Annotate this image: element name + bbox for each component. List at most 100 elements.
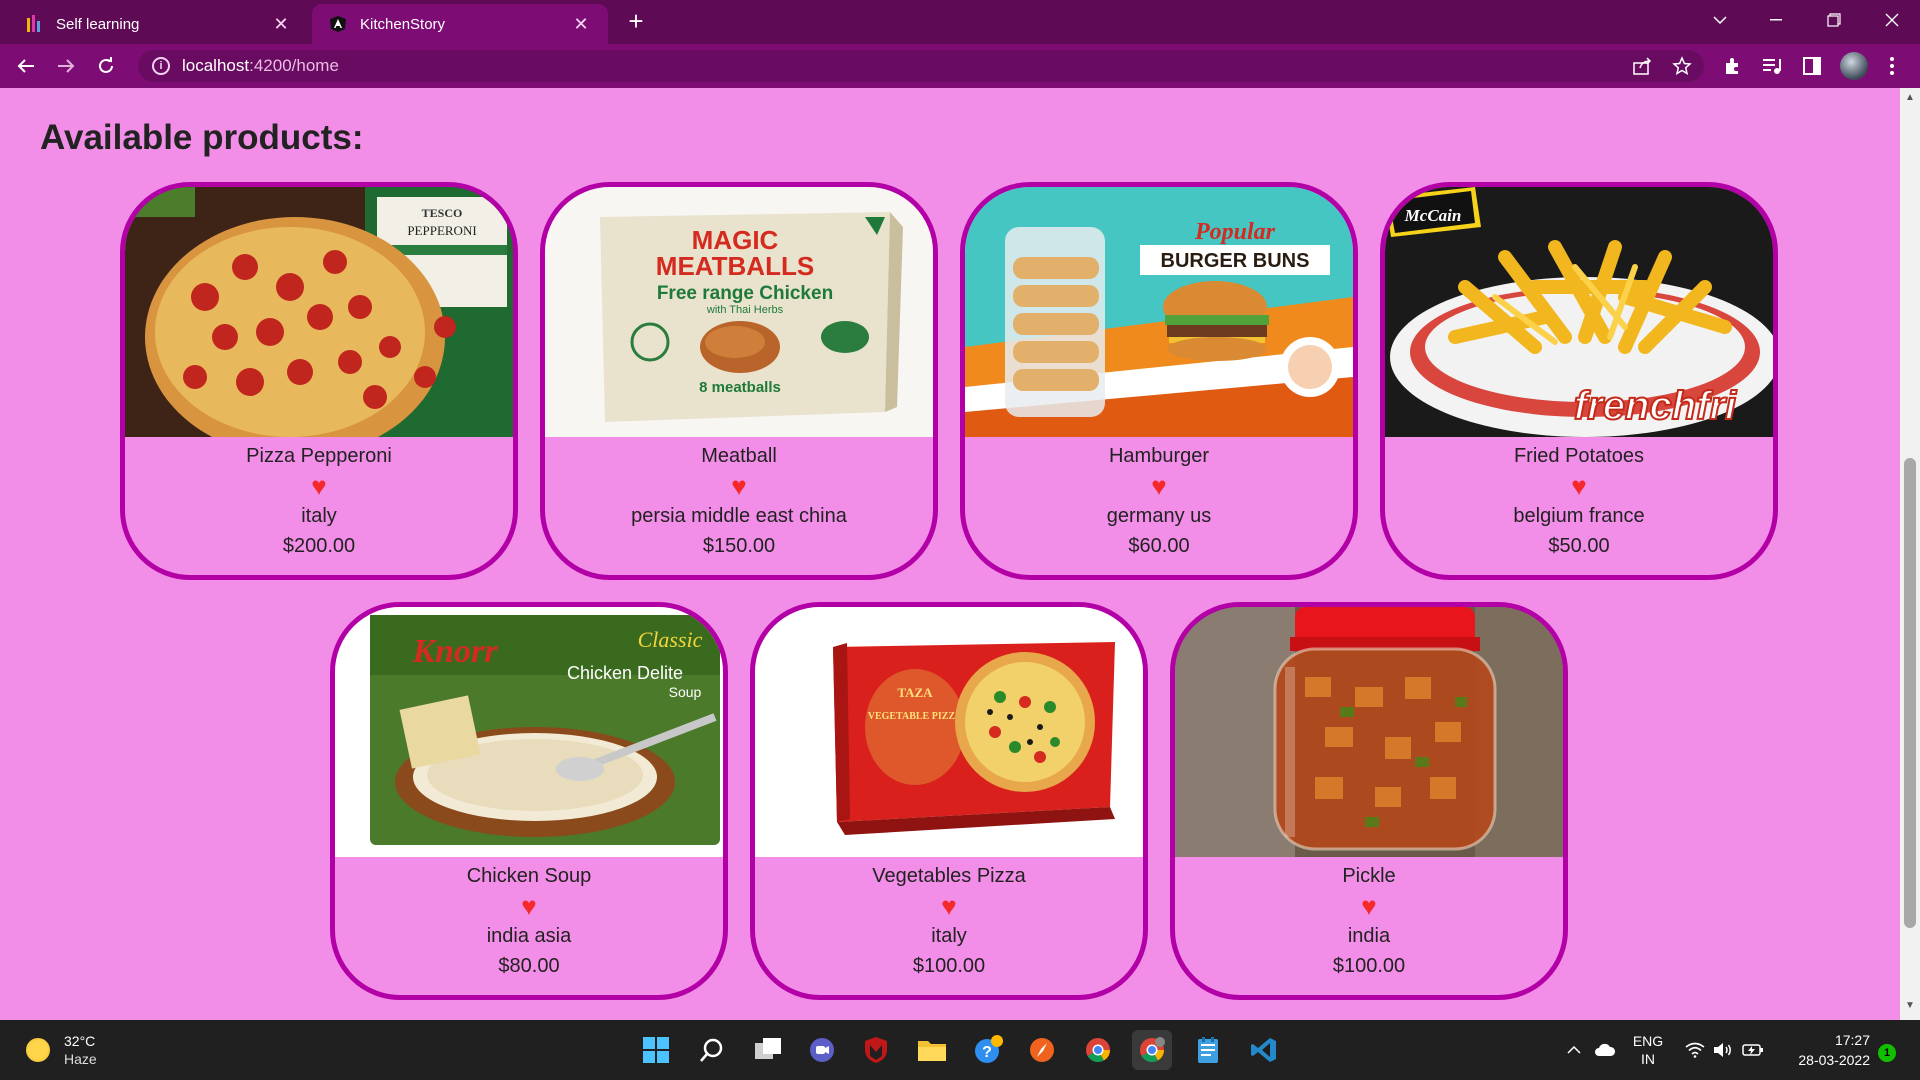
page-content: Available products: TESCO PEPPERONI Pizz… bbox=[0, 88, 1900, 1020]
vscode-icon[interactable] bbox=[1244, 1030, 1284, 1070]
scroll-down-arrow-icon[interactable]: ▼ bbox=[1905, 1000, 1915, 1011]
fries-label-text: frenchfri bbox=[1574, 384, 1737, 428]
notification-badge[interactable]: 1 bbox=[1878, 1044, 1896, 1062]
heart-icon[interactable]: ♥ bbox=[1175, 893, 1563, 919]
address-bar[interactable]: i localhost:4200/home bbox=[138, 50, 1704, 82]
vpizza-label-text: VEGETABLE PIZZA bbox=[868, 711, 963, 722]
product-price: $60.00 bbox=[1128, 535, 1190, 557]
menu-dots-icon[interactable] bbox=[1880, 54, 1904, 78]
product-origin: india bbox=[1347, 925, 1391, 947]
tab-self-learning[interactable]: Self learning ✕ bbox=[8, 4, 308, 44]
wifi-icon[interactable] bbox=[1682, 1020, 1708, 1080]
extensions-icon[interactable] bbox=[1720, 54, 1744, 78]
weather-widget[interactable]: 32°C Haze bbox=[26, 1032, 97, 1068]
share-icon[interactable] bbox=[1630, 54, 1654, 78]
minimize-icon[interactable] bbox=[1754, 0, 1798, 40]
product-card[interactable]: TESCO PEPPERONI Pizza Pepperoni ♥ italy … bbox=[120, 182, 518, 580]
file-explorer-icon[interactable] bbox=[912, 1030, 952, 1070]
product-origin: italy bbox=[301, 505, 337, 527]
browser-toolbar: i localhost:4200/home bbox=[0, 44, 1920, 88]
tab-title: Self learning bbox=[56, 15, 140, 33]
back-arrow-icon[interactable] bbox=[10, 50, 42, 82]
profile-avatar[interactable] bbox=[1840, 52, 1868, 80]
onedrive-cloud-icon[interactable] bbox=[1590, 1020, 1620, 1080]
product-card[interactable]: Popular BURGER BUNS Hamburger ♥ germany … bbox=[960, 182, 1358, 580]
info-icon[interactable]: i bbox=[152, 57, 170, 75]
language-indicator[interactable]: ENG IN bbox=[1626, 1020, 1670, 1080]
meatball-sub-text: Free range Chicken bbox=[657, 283, 833, 304]
clock-time: 17:27 bbox=[1834, 1032, 1870, 1048]
search-icon[interactable] bbox=[692, 1030, 732, 1070]
tab-close-icon[interactable]: ✕ bbox=[570, 14, 592, 35]
pepperoni-pizza-image: TESCO PEPPERONI bbox=[125, 187, 513, 437]
vertical-scrollbar[interactable]: ▲ ▼ bbox=[1900, 88, 1920, 1020]
side-panel-icon[interactable] bbox=[1800, 54, 1824, 78]
pickle-jar-image bbox=[1175, 607, 1563, 857]
meatball-sub2-text: with Thai Herbs bbox=[706, 304, 784, 316]
windows-start-icon[interactable] bbox=[636, 1030, 676, 1070]
product-name: Vegetables Pizza bbox=[872, 865, 1026, 887]
pepperoni-label-text: PEPPERONI bbox=[407, 223, 476, 238]
heart-icon[interactable]: ♥ bbox=[965, 473, 1353, 499]
soup-sub-text: Soup bbox=[669, 684, 702, 700]
product-price: $150.00 bbox=[702, 535, 776, 557]
chevron-up-icon[interactable] bbox=[1560, 1020, 1588, 1080]
burger-label-text: BURGER BUNS bbox=[1161, 250, 1310, 272]
tab-close-icon[interactable]: ✕ bbox=[270, 14, 292, 35]
chrome-profile-icon[interactable] bbox=[1132, 1030, 1172, 1070]
svg-text:?: ? bbox=[982, 1044, 992, 1061]
weather-condition: Haze bbox=[64, 1051, 97, 1067]
volume-icon[interactable] bbox=[1710, 1020, 1736, 1080]
teams-chat-icon[interactable] bbox=[802, 1030, 842, 1070]
scroll-up-arrow-icon[interactable]: ▲ bbox=[1905, 92, 1915, 103]
close-window-icon[interactable] bbox=[1870, 0, 1914, 40]
chrome-icon[interactable] bbox=[1078, 1030, 1118, 1070]
product-card[interactable]: MAGIC MEATBALLS Free range Chicken with … bbox=[540, 182, 938, 580]
french-fries-image: McCain frenchfri bbox=[1385, 187, 1773, 437]
product-card[interactable]: McCain frenchfri Fried Potatoes ♥ belgiu… bbox=[1380, 182, 1778, 580]
product-price: $100.00 bbox=[912, 955, 986, 977]
language-line1: ENG bbox=[1632, 1033, 1664, 1049]
new-tab-button[interactable]: + bbox=[622, 8, 650, 36]
heart-icon[interactable]: ♥ bbox=[755, 893, 1143, 919]
product-card[interactable]: Knorr Classic Chicken Delite Soup Chicke… bbox=[330, 602, 728, 1000]
heart-icon[interactable]: ♥ bbox=[545, 473, 933, 499]
battery-icon[interactable] bbox=[1738, 1020, 1768, 1080]
product-price: $50.00 bbox=[1548, 535, 1610, 557]
clock-date: 28-03-2022 bbox=[1798, 1052, 1870, 1068]
star-icon[interactable] bbox=[1670, 54, 1694, 78]
system-clock[interactable]: 17:27 28-03-2022 bbox=[1770, 1030, 1870, 1070]
browser-app-icon[interactable] bbox=[1022, 1030, 1062, 1070]
pepperoni-brand-text: TESCO bbox=[422, 206, 463, 220]
heart-icon[interactable]: ♥ bbox=[125, 473, 513, 499]
tab-search-chevron-icon[interactable] bbox=[1698, 0, 1742, 40]
soup-label-text: Chicken Delite bbox=[567, 663, 683, 683]
product-origin: india asia bbox=[486, 925, 572, 947]
scrollbar-thumb[interactable] bbox=[1904, 458, 1916, 928]
product-price: $200.00 bbox=[282, 535, 356, 557]
sun-haze-icon bbox=[26, 1038, 50, 1062]
help-app-icon[interactable]: ? bbox=[968, 1030, 1008, 1070]
soup-brand-text: Knorr bbox=[411, 633, 498, 670]
reload-icon[interactable] bbox=[90, 50, 122, 82]
bar-chart-favicon-icon bbox=[24, 14, 44, 34]
product-price: $100.00 bbox=[1332, 955, 1406, 977]
mcafee-shield-icon[interactable] bbox=[856, 1030, 896, 1070]
meatball-count-text: 8 meatballs bbox=[699, 379, 781, 396]
forward-arrow-icon[interactable] bbox=[50, 50, 82, 82]
fries-brand-text: McCain bbox=[1404, 206, 1462, 225]
tab-kitchenstory[interactable]: KitchenStory ✕ bbox=[312, 4, 608, 44]
heart-icon[interactable]: ♥ bbox=[1385, 473, 1773, 499]
notepad-icon[interactable] bbox=[1188, 1030, 1228, 1070]
angular-favicon-icon bbox=[328, 14, 348, 34]
weather-temperature: 32°C bbox=[64, 1033, 96, 1049]
media-control-icon[interactable] bbox=[1760, 54, 1784, 78]
burger-buns-image: Popular BURGER BUNS bbox=[965, 187, 1353, 437]
task-view-icon[interactable] bbox=[748, 1030, 788, 1070]
restore-icon[interactable] bbox=[1812, 0, 1856, 40]
product-card[interactable]: Pickle ♥ india $100.00 bbox=[1170, 602, 1568, 1000]
meatballs-box-image: MAGIC MEATBALLS Free range Chicken with … bbox=[545, 187, 933, 437]
vpizza-brand-text: TAZA bbox=[897, 685, 933, 700]
heart-icon[interactable]: ♥ bbox=[335, 893, 723, 919]
product-card[interactable]: TAZA VEGETABLE PIZZA Vegetables Pizza ♥ … bbox=[750, 602, 1148, 1000]
